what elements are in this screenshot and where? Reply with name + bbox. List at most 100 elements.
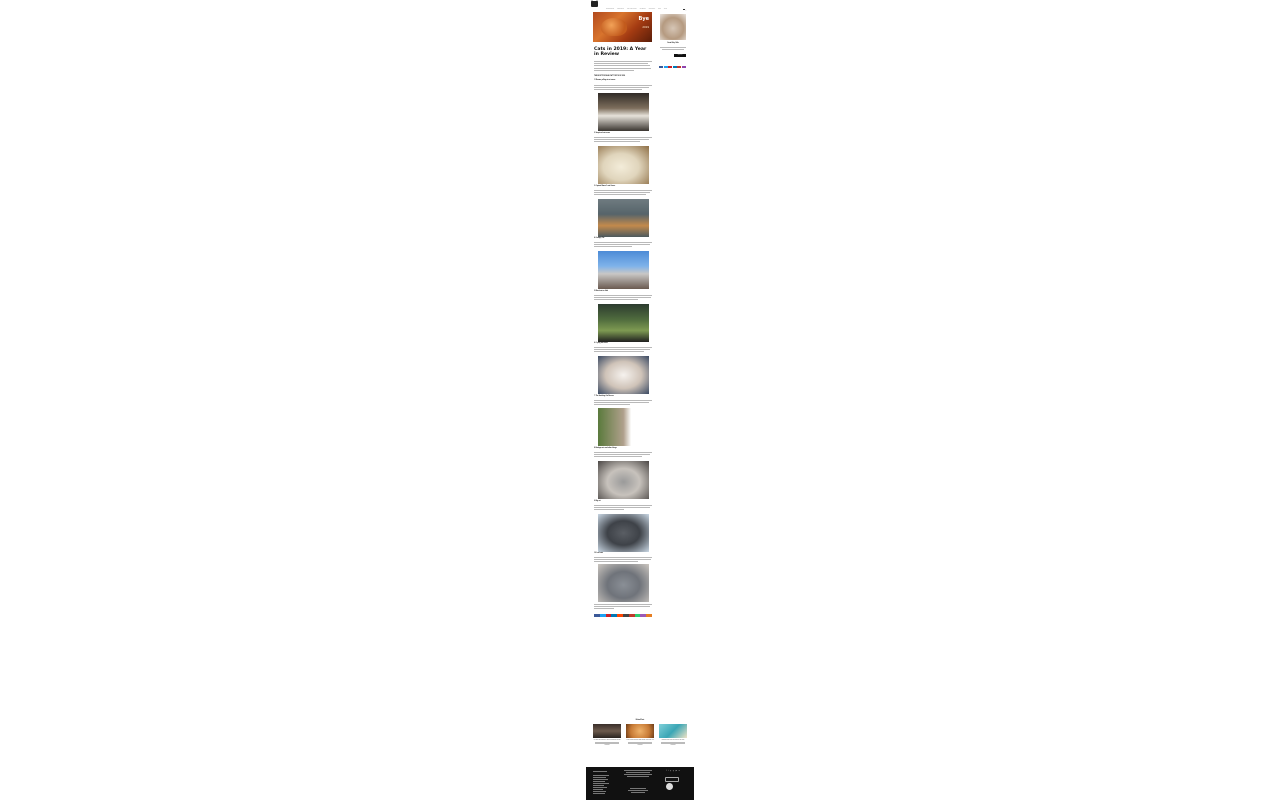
read-more-link[interactable]: Read More	[626, 745, 654, 746]
social-button[interactable]	[677, 66, 681, 68]
text-line	[594, 456, 642, 457]
text-line	[594, 604, 652, 605]
related-card[interactable]: 10 Cat Trends Everyone Was Talking About…	[626, 724, 654, 746]
share-button[interactable]	[646, 614, 652, 617]
article-title: Cats in 2019: A Year in Review	[594, 47, 647, 58]
section-heading: 3. Captain Marvel's cat Goose	[594, 186, 616, 187]
pinterest-icon[interactable]: p	[670, 771, 672, 772]
footer-link[interactable]	[593, 781, 605, 782]
text-line	[594, 452, 652, 453]
footer-link[interactable]	[593, 785, 604, 786]
text-line	[594, 137, 652, 138]
instagram-icon[interactable]: ◎	[673, 771, 675, 772]
text-line	[594, 87, 649, 88]
social-button[interactable]	[668, 66, 672, 68]
section-heading: 9. Big cat	[594, 501, 601, 502]
footer-badge[interactable]	[665, 777, 679, 782]
text-line	[594, 351, 644, 352]
hero-cat-image	[601, 18, 627, 36]
text-line	[594, 65, 650, 66]
related-title[interactable]: The best cat moments of 2019 and what th…	[593, 740, 621, 741]
cart-icon[interactable]	[683, 8, 685, 10]
nav-item[interactable]: Cat Health & Care	[627, 9, 637, 10]
footer-link[interactable]	[593, 783, 609, 784]
footer-link[interactable]	[593, 791, 606, 792]
social-button[interactable]	[672, 66, 677, 68]
footer-link[interactable]	[593, 789, 603, 790]
text-line	[594, 141, 640, 142]
text-line	[660, 47, 686, 48]
youtube-icon[interactable]: ▶	[676, 771, 678, 772]
footer-link[interactable]	[593, 775, 609, 776]
nav-item[interactable]: Cat Lifestyle	[649, 9, 656, 10]
facebook-icon[interactable]: f	[666, 771, 667, 772]
section-image	[598, 304, 649, 342]
text-line	[594, 63, 648, 64]
section-image	[598, 146, 649, 184]
text-line	[594, 606, 650, 607]
text-line	[594, 194, 646, 195]
read-more-link[interactable]: Read More	[593, 745, 621, 746]
social-button[interactable]	[681, 66, 686, 68]
text-line	[594, 404, 630, 405]
section-heading: 4. Grumpy Cat	[594, 238, 605, 239]
shop-now-button[interactable]: Shop Now	[674, 54, 686, 57]
nav-item[interactable]: News	[664, 9, 667, 10]
footer-seal-icon[interactable]	[666, 783, 673, 790]
search-icon[interactable]: ⌕	[686, 10, 687, 11]
text-line	[594, 557, 652, 558]
related-title[interactable]: 10 Cat Trends Everyone Was Talking About…	[626, 740, 654, 741]
footer: f t p ◎ ▶ ✉	[586, 767, 694, 800]
section-image	[598, 356, 649, 394]
nav-item[interactable]: Original Stories	[606, 9, 614, 10]
text-line	[594, 505, 652, 506]
text-line	[594, 139, 649, 140]
sidebar-product-image[interactable]	[660, 14, 686, 40]
read-more-link[interactable]: Read More	[659, 745, 687, 746]
text-line	[594, 297, 651, 298]
page: Original Stories Cat Behavior Cat Health…	[586, 0, 694, 800]
text-line	[594, 509, 624, 510]
text-line	[628, 742, 652, 744]
section-heading: 8. Bodega cats and other things	[594, 448, 617, 449]
text-line	[594, 89, 642, 90]
text-line	[594, 400, 652, 401]
text-line	[594, 347, 652, 348]
text-line	[594, 295, 652, 296]
footer-link[interactable]	[593, 777, 606, 778]
footer-link[interactable]	[593, 787, 607, 788]
social-button[interactable]	[663, 66, 668, 68]
nav-item[interactable]: Shop	[658, 9, 661, 10]
footer-link[interactable]	[593, 779, 608, 780]
related-heading: Related Posts	[635, 720, 645, 721]
sidebar-social	[659, 66, 686, 68]
twitter-icon[interactable]: t	[668, 771, 669, 772]
footer-link[interactable]	[593, 771, 607, 772]
text-line	[594, 246, 632, 247]
catster-logo-icon[interactable]	[591, 0, 598, 7]
text-line	[594, 68, 651, 69]
related-image[interactable]	[593, 724, 621, 738]
nav-item[interactable]: Cat Behavior	[617, 9, 624, 10]
related-image[interactable]	[626, 724, 654, 738]
text-line	[594, 61, 652, 62]
hero-overlay-year: 2019	[642, 25, 649, 29]
related-image[interactable]	[659, 724, 687, 738]
email-icon[interactable]: ✉	[679, 771, 681, 772]
footer-text	[624, 774, 652, 775]
section-image	[598, 251, 649, 289]
text-line	[594, 242, 652, 243]
related-title[interactable]: What Does the New Year Hold for Your Cat…	[659, 740, 687, 741]
related-card[interactable]: The best cat moments of 2019 and what th…	[593, 724, 621, 746]
section-heading: 7. The Smirking Cat Rescue	[594, 396, 614, 397]
related-card[interactable]: What Does the New Year Hold for Your Cat…	[659, 724, 687, 746]
text-line	[594, 190, 652, 191]
nav-item[interactable]: Cat Breeds	[640, 9, 646, 10]
main-nav: Original Stories Cat Behavior Cat Health…	[606, 9, 667, 10]
text-line	[595, 742, 619, 744]
social-button[interactable]	[659, 66, 663, 68]
text-line	[594, 349, 650, 350]
text-line	[594, 559, 651, 560]
footer-link[interactable]	[593, 793, 605, 794]
footer-social-icons: f t p ◎ ▶ ✉	[666, 771, 681, 772]
